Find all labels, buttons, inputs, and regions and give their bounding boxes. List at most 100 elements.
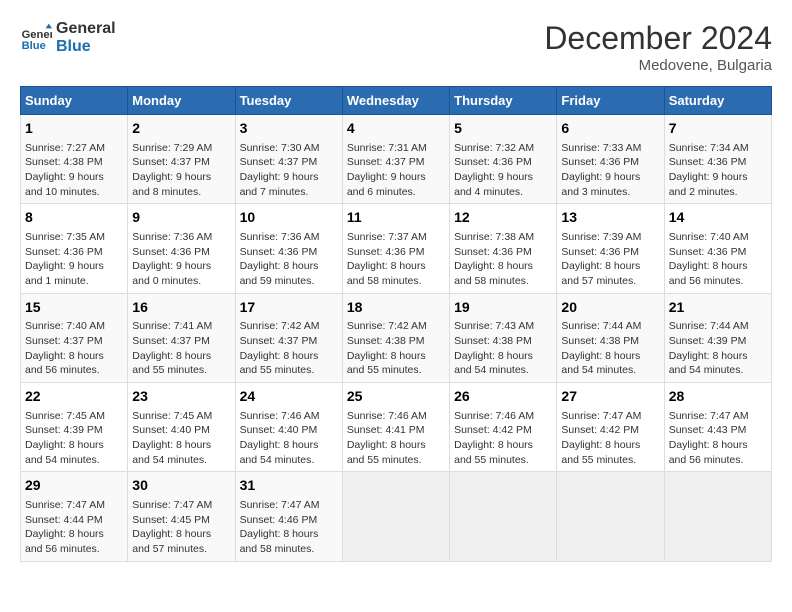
cell-details: Sunrise: 7:36 AMSunset: 4:36 PMDaylight:… <box>240 230 338 289</box>
calendar-cell: 1Sunrise: 7:27 AMSunset: 4:38 PMDaylight… <box>21 115 128 204</box>
cell-details: Sunrise: 7:31 AMSunset: 4:37 PMDaylight:… <box>347 141 445 200</box>
day-number: 14 <box>669 208 767 228</box>
day-number: 21 <box>669 298 767 318</box>
day-number: 7 <box>669 119 767 139</box>
week-row-5: 29Sunrise: 7:47 AMSunset: 4:44 PMDayligh… <box>21 472 772 561</box>
calendar-cell: 18Sunrise: 7:42 AMSunset: 4:38 PMDayligh… <box>342 293 449 382</box>
svg-text:General: General <box>22 29 52 41</box>
cell-details: Sunrise: 7:47 AMSunset: 4:46 PMDaylight:… <box>240 498 338 557</box>
day-number: 28 <box>669 387 767 407</box>
day-number: 29 <box>25 476 123 496</box>
calendar-cell <box>664 472 771 561</box>
calendar-table: SundayMondayTuesdayWednesdayThursdayFrid… <box>20 86 772 562</box>
cell-details: Sunrise: 7:32 AMSunset: 4:36 PMDaylight:… <box>454 141 552 200</box>
day-number: 16 <box>132 298 230 318</box>
calendar-cell: 6Sunrise: 7:33 AMSunset: 4:36 PMDaylight… <box>557 115 664 204</box>
calendar-cell: 3Sunrise: 7:30 AMSunset: 4:37 PMDaylight… <box>235 115 342 204</box>
cell-details: Sunrise: 7:44 AMSunset: 4:38 PMDaylight:… <box>561 319 659 378</box>
cell-details: Sunrise: 7:45 AMSunset: 4:39 PMDaylight:… <box>25 409 123 468</box>
day-number: 10 <box>240 208 338 228</box>
cell-details: Sunrise: 7:47 AMSunset: 4:43 PMDaylight:… <box>669 409 767 468</box>
day-number: 22 <box>25 387 123 407</box>
cell-details: Sunrise: 7:34 AMSunset: 4:36 PMDaylight:… <box>669 141 767 200</box>
title-block: December 2024 Medovene, Bulgaria <box>544 20 772 74</box>
day-number: 18 <box>347 298 445 318</box>
calendar-cell: 20Sunrise: 7:44 AMSunset: 4:38 PMDayligh… <box>557 293 664 382</box>
calendar-cell: 17Sunrise: 7:42 AMSunset: 4:37 PMDayligh… <box>235 293 342 382</box>
cell-details: Sunrise: 7:40 AMSunset: 4:36 PMDaylight:… <box>669 230 767 289</box>
day-number: 26 <box>454 387 552 407</box>
calendar-cell <box>557 472 664 561</box>
calendar-cell: 13Sunrise: 7:39 AMSunset: 4:36 PMDayligh… <box>557 204 664 293</box>
calendar-cell: 12Sunrise: 7:38 AMSunset: 4:36 PMDayligh… <box>450 204 557 293</box>
day-number: 2 <box>132 119 230 139</box>
calendar-cell: 23Sunrise: 7:45 AMSunset: 4:40 PMDayligh… <box>128 383 235 472</box>
day-number: 12 <box>454 208 552 228</box>
cell-details: Sunrise: 7:35 AMSunset: 4:36 PMDaylight:… <box>25 230 123 289</box>
location-subtitle: Medovene, Bulgaria <box>544 57 772 74</box>
cell-details: Sunrise: 7:46 AMSunset: 4:40 PMDaylight:… <box>240 409 338 468</box>
cell-details: Sunrise: 7:33 AMSunset: 4:36 PMDaylight:… <box>561 141 659 200</box>
cell-details: Sunrise: 7:41 AMSunset: 4:37 PMDaylight:… <box>132 319 230 378</box>
day-number: 6 <box>561 119 659 139</box>
calendar-cell: 22Sunrise: 7:45 AMSunset: 4:39 PMDayligh… <box>21 383 128 472</box>
calendar-cell: 31Sunrise: 7:47 AMSunset: 4:46 PMDayligh… <box>235 472 342 561</box>
cell-details: Sunrise: 7:39 AMSunset: 4:36 PMDaylight:… <box>561 230 659 289</box>
day-number: 27 <box>561 387 659 407</box>
weekday-header-tuesday: Tuesday <box>235 87 342 115</box>
calendar-cell: 7Sunrise: 7:34 AMSunset: 4:36 PMDaylight… <box>664 115 771 204</box>
cell-details: Sunrise: 7:46 AMSunset: 4:41 PMDaylight:… <box>347 409 445 468</box>
calendar-cell: 10Sunrise: 7:36 AMSunset: 4:36 PMDayligh… <box>235 204 342 293</box>
cell-details: Sunrise: 7:47 AMSunset: 4:45 PMDaylight:… <box>132 498 230 557</box>
weekday-header-sunday: Sunday <box>21 87 128 115</box>
day-number: 13 <box>561 208 659 228</box>
calendar-cell <box>450 472 557 561</box>
cell-details: Sunrise: 7:44 AMSunset: 4:39 PMDaylight:… <box>669 319 767 378</box>
cell-details: Sunrise: 7:40 AMSunset: 4:37 PMDaylight:… <box>25 319 123 378</box>
day-number: 8 <box>25 208 123 228</box>
day-number: 23 <box>132 387 230 407</box>
day-number: 24 <box>240 387 338 407</box>
calendar-cell: 16Sunrise: 7:41 AMSunset: 4:37 PMDayligh… <box>128 293 235 382</box>
page-header: General Blue General Blue December 2024 … <box>20 20 772 74</box>
calendar-cell: 2Sunrise: 7:29 AMSunset: 4:37 PMDaylight… <box>128 115 235 204</box>
week-row-3: 15Sunrise: 7:40 AMSunset: 4:37 PMDayligh… <box>21 293 772 382</box>
calendar-cell: 26Sunrise: 7:46 AMSunset: 4:42 PMDayligh… <box>450 383 557 472</box>
cell-details: Sunrise: 7:38 AMSunset: 4:36 PMDaylight:… <box>454 230 552 289</box>
day-number: 1 <box>25 119 123 139</box>
calendar-header-row: SundayMondayTuesdayWednesdayThursdayFrid… <box>21 87 772 115</box>
calendar-cell: 15Sunrise: 7:40 AMSunset: 4:37 PMDayligh… <box>21 293 128 382</box>
day-number: 19 <box>454 298 552 318</box>
calendar-cell: 14Sunrise: 7:40 AMSunset: 4:36 PMDayligh… <box>664 204 771 293</box>
cell-details: Sunrise: 7:37 AMSunset: 4:36 PMDaylight:… <box>347 230 445 289</box>
day-number: 20 <box>561 298 659 318</box>
cell-details: Sunrise: 7:30 AMSunset: 4:37 PMDaylight:… <box>240 141 338 200</box>
calendar-cell: 9Sunrise: 7:36 AMSunset: 4:36 PMDaylight… <box>128 204 235 293</box>
day-number: 15 <box>25 298 123 318</box>
cell-details: Sunrise: 7:36 AMSunset: 4:36 PMDaylight:… <box>132 230 230 289</box>
calendar-cell: 5Sunrise: 7:32 AMSunset: 4:36 PMDaylight… <box>450 115 557 204</box>
cell-details: Sunrise: 7:29 AMSunset: 4:37 PMDaylight:… <box>132 141 230 200</box>
calendar-cell: 24Sunrise: 7:46 AMSunset: 4:40 PMDayligh… <box>235 383 342 472</box>
weekday-header-thursday: Thursday <box>450 87 557 115</box>
cell-details: Sunrise: 7:47 AMSunset: 4:44 PMDaylight:… <box>25 498 123 557</box>
weekday-header-friday: Friday <box>557 87 664 115</box>
day-number: 3 <box>240 119 338 139</box>
calendar-cell: 25Sunrise: 7:46 AMSunset: 4:41 PMDayligh… <box>342 383 449 472</box>
day-number: 31 <box>240 476 338 496</box>
day-number: 5 <box>454 119 552 139</box>
cell-details: Sunrise: 7:43 AMSunset: 4:38 PMDaylight:… <box>454 319 552 378</box>
day-number: 9 <box>132 208 230 228</box>
cell-details: Sunrise: 7:42 AMSunset: 4:37 PMDaylight:… <box>240 319 338 378</box>
weekday-header-wednesday: Wednesday <box>342 87 449 115</box>
cell-details: Sunrise: 7:47 AMSunset: 4:42 PMDaylight:… <box>561 409 659 468</box>
calendar-cell: 30Sunrise: 7:47 AMSunset: 4:45 PMDayligh… <box>128 472 235 561</box>
calendar-cell: 21Sunrise: 7:44 AMSunset: 4:39 PMDayligh… <box>664 293 771 382</box>
calendar-cell: 4Sunrise: 7:31 AMSunset: 4:37 PMDaylight… <box>342 115 449 204</box>
week-row-2: 8Sunrise: 7:35 AMSunset: 4:36 PMDaylight… <box>21 204 772 293</box>
logo-icon: General Blue <box>20 22 52 54</box>
cell-details: Sunrise: 7:42 AMSunset: 4:38 PMDaylight:… <box>347 319 445 378</box>
calendar-cell: 8Sunrise: 7:35 AMSunset: 4:36 PMDaylight… <box>21 204 128 293</box>
calendar-cell: 27Sunrise: 7:47 AMSunset: 4:42 PMDayligh… <box>557 383 664 472</box>
cell-details: Sunrise: 7:45 AMSunset: 4:40 PMDaylight:… <box>132 409 230 468</box>
